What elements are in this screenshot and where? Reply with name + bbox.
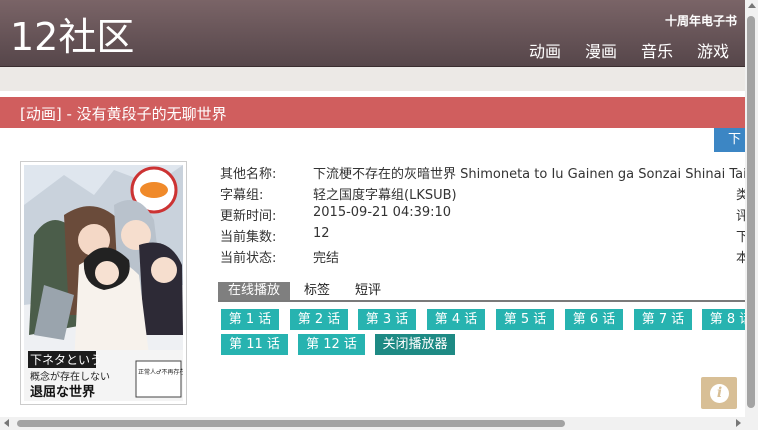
info-label: 当前集数: (220, 230, 277, 245)
episode-list: 第 1 话 第 2 话 第 3 话 第 4 话 第 5 话 第 6 话 第 7 … (221, 309, 745, 359)
cover-badge: 正常人♂不再存在的绅士领国 (138, 368, 183, 376)
scroll-up-arrow-icon[interactable] (748, 3, 756, 8)
info-label: 当前状态: (220, 251, 277, 266)
nav-item-music[interactable]: 音乐 (641, 38, 673, 62)
cover-title-line1: 下ネタという (30, 353, 102, 367)
logo-text: 社区 (58, 15, 135, 59)
episode-button[interactable]: 第 2 话 (290, 309, 348, 330)
info-panel: 其他名称: 下流梗不存在的灰暗世界 Shimoneta to Iu Gainen… (220, 163, 745, 273)
title-bar: [动画] - 没有黄段子的无聊世界 (0, 97, 745, 128)
site-logo[interactable]: 12社区 (10, 14, 134, 60)
main-nav: 动画 漫画 音乐 游戏 (529, 38, 729, 62)
episode-button[interactable]: 第 4 话 (427, 309, 485, 330)
info-button[interactable]: i (701, 377, 737, 409)
vertical-scrollbar[interactable] (745, 0, 758, 430)
tab-tags[interactable]: 标签 (304, 282, 330, 300)
info-value: 完结 (313, 251, 340, 266)
cover-title-line3: 退屈な世界 (30, 384, 95, 400)
episode-button[interactable]: 第 5 话 (496, 309, 554, 330)
episode-button[interactable]: 第 8 话 (702, 309, 745, 330)
scroll-right-arrow-icon[interactable] (736, 419, 741, 427)
scroll-left-arrow-icon[interactable] (4, 419, 9, 427)
horizontal-scroll-thumb[interactable] (17, 420, 565, 427)
cover-art: 下ネタという 概念が存在しない 退屈な世界 正常人♂不再存在的绅士领国 (24, 165, 183, 401)
close-player-button[interactable]: 关闭播放器 (375, 334, 455, 355)
episode-button[interactable]: 第 7 话 (634, 309, 692, 330)
page-title: [动画] - 没有黄段子的无聊世界 (20, 105, 227, 123)
cover-image: 下ネタという 概念が存在しない 退屈な世界 正常人♂不再存在的绅士领国 (20, 161, 187, 405)
cover-title-line2: 概念が存在しない (30, 370, 110, 383)
tab-short-reviews[interactable]: 短评 (355, 282, 381, 300)
info-label: 字幕组: (220, 188, 264, 203)
episode-button[interactable]: 第 12 话 (298, 334, 365, 355)
info-row-episodes: 当前集数: 12 下 (220, 226, 745, 246)
horizontal-scrollbar[interactable] (0, 417, 745, 430)
info-value[interactable]: 轻之国度字幕组(LKSUB) (313, 184, 457, 203)
info-label: 更新时间: (220, 209, 277, 224)
nav-item-manga[interactable]: 漫画 (585, 38, 617, 62)
info-side-label: 类 (736, 188, 745, 203)
info-row-subgroup: 字幕组: 轻之国度字幕组(LKSUB) 类 (220, 184, 745, 204)
info-side-label: 评 (736, 209, 745, 224)
download-button[interactable]: 下 (714, 128, 745, 152)
nav-item-games[interactable]: 游戏 (697, 38, 729, 62)
info-side-label: 下 (736, 230, 745, 245)
info-row-other-names: 其他名称: 下流梗不存在的灰暗世界 Shimoneta to Iu Gainen… (220, 163, 745, 183)
episode-button[interactable]: 第 11 话 (221, 334, 288, 355)
info-label: 其他名称: (220, 167, 277, 182)
header-band (0, 67, 745, 91)
detail-tabs: 在线播放 标签 短评 (218, 282, 745, 302)
episode-button[interactable]: 第 3 话 (358, 309, 416, 330)
info-row-status: 当前状态: 完结 本 (220, 247, 745, 267)
episode-button[interactable]: 第 1 话 (221, 309, 279, 330)
anniversary-ebook-link[interactable]: 十周年电子书 (665, 12, 737, 29)
vertical-scroll-thumb[interactable] (747, 16, 755, 408)
info-row-updated: 更新时间: 2015-09-21 04:39:10 评 (220, 205, 745, 225)
nav-item-anime[interactable]: 动画 (529, 38, 561, 62)
info-value: 下流梗不存在的灰暗世界 Shimoneta to Iu Gainen ga So… (313, 167, 745, 182)
info-value: 12 (313, 226, 330, 241)
tab-online-play[interactable]: 在线播放 (218, 282, 290, 300)
info-side-label: 本 (736, 251, 745, 266)
logo-number: 12 (10, 15, 59, 59)
info-icon: i (710, 384, 729, 403)
info-value: 2015-09-21 04:39:10 (313, 205, 452, 220)
site-header: 12社区 十周年电子书 动画 漫画 音乐 游戏 (0, 0, 745, 67)
episode-button[interactable]: 第 6 话 (565, 309, 623, 330)
